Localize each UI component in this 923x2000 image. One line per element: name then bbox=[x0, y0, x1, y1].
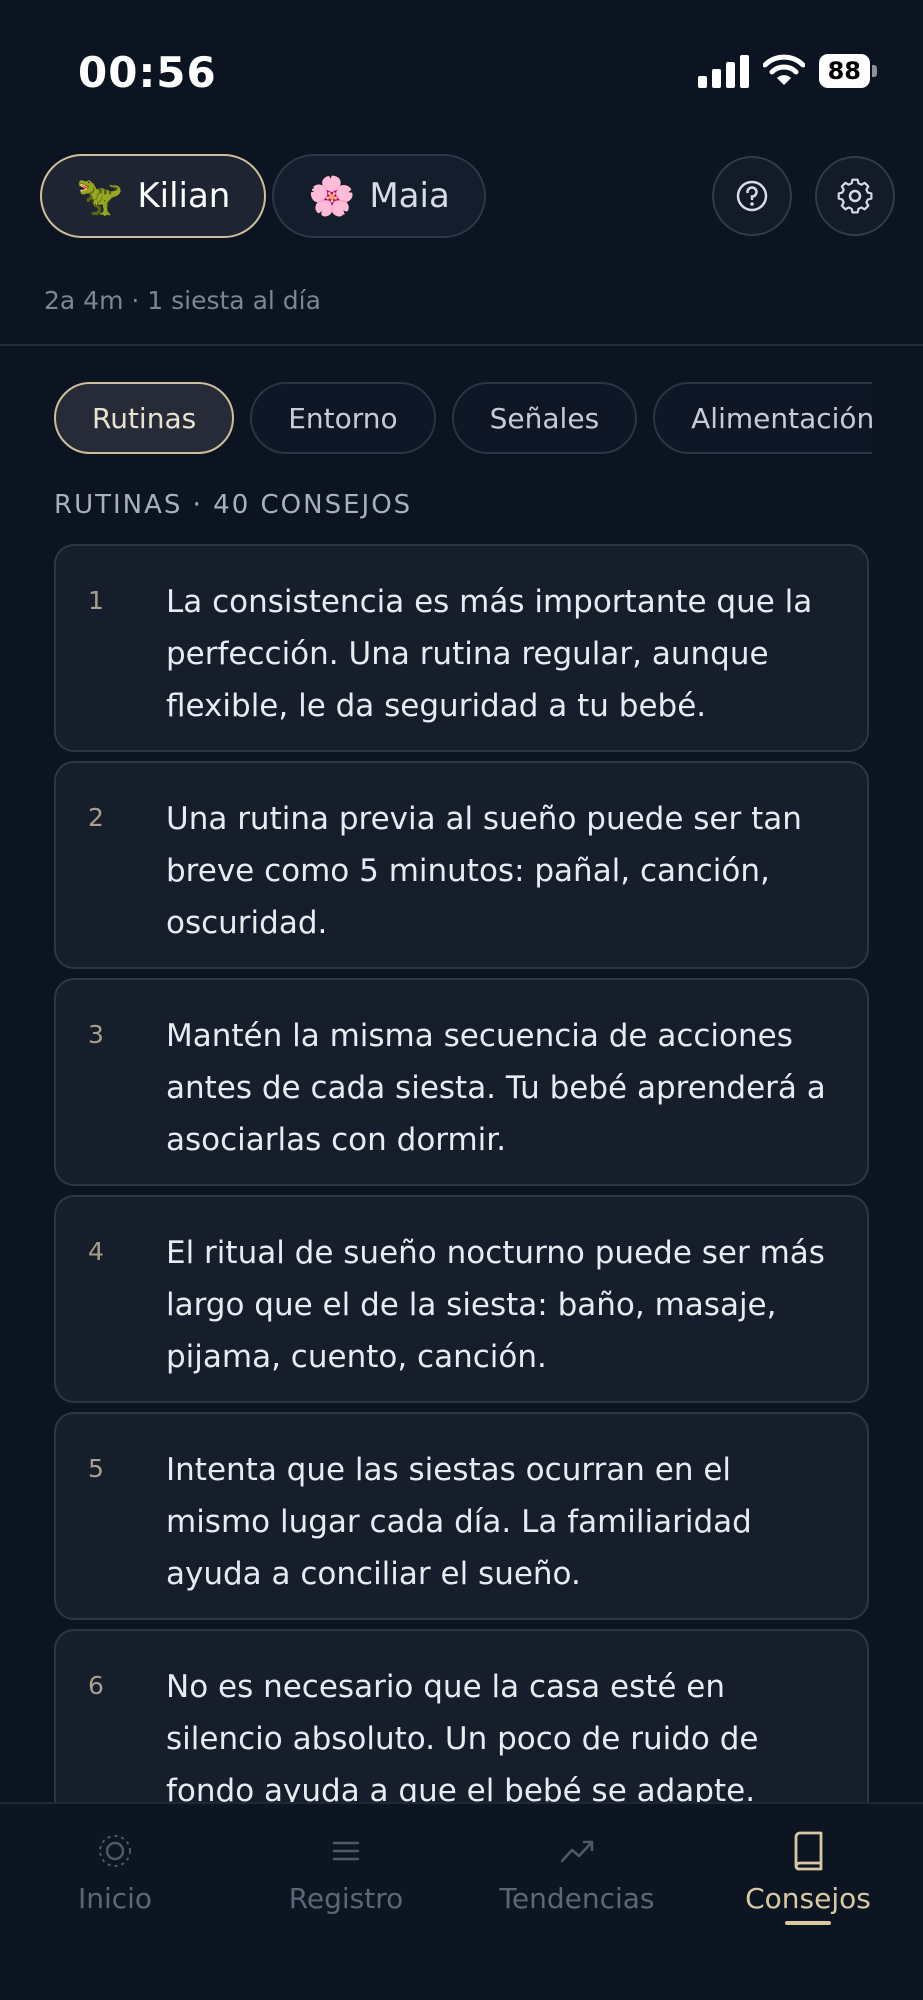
tip-number: 2 bbox=[88, 803, 104, 832]
gear-icon bbox=[837, 178, 873, 214]
nav-label: Registro bbox=[288, 1882, 404, 1915]
flower-icon: 🌸 bbox=[308, 173, 356, 218]
tip-card: 6 No es necesario que la casa esté en si… bbox=[54, 1629, 869, 1802]
list-icon bbox=[332, 1841, 360, 1861]
book-icon bbox=[794, 1831, 823, 1871]
bottom-nav: Inicio Registro Tendencias Consejos bbox=[0, 1802, 923, 2000]
nav-consejos[interactable]: Consejos bbox=[693, 1828, 923, 1925]
child-age-subtitle: 2a 4m · 1 siesta al día bbox=[44, 286, 321, 315]
child-name: Kilian bbox=[137, 176, 231, 216]
tip-text: Mantén la misma secuencia de acciones an… bbox=[166, 1018, 826, 1158]
header: 🦖 Kilian 🌸 Maia bbox=[0, 150, 923, 246]
cellular-signal-icon bbox=[697, 54, 749, 88]
section-label: RUTINAS · 40 CONSEJOS bbox=[54, 490, 413, 520]
tip-card: 1 La consistencia es más importante que … bbox=[54, 544, 869, 752]
tab-senales[interactable]: Señales bbox=[451, 382, 638, 454]
tip-card: 5 Intenta que las siestas ocurran en el … bbox=[54, 1412, 869, 1620]
nav-registro[interactable]: Registro bbox=[231, 1828, 461, 1915]
tip-number: 1 bbox=[88, 586, 104, 615]
category-tabs[interactable]: Rutinas Entorno Señales Alimentación bbox=[54, 382, 872, 456]
tab-alimentacion[interactable]: Alimentación bbox=[653, 382, 872, 454]
child-chip-kilian[interactable]: 🦖 Kilian bbox=[40, 154, 267, 238]
trend-up-icon bbox=[560, 1840, 594, 1863]
tip-card: 3 Mantén la misma secuencia de acciones … bbox=[54, 978, 869, 1186]
tab-entorno[interactable]: Entorno bbox=[250, 382, 436, 454]
child-name: Maia bbox=[369, 176, 450, 216]
status-time: 00:56 bbox=[78, 48, 217, 97]
tab-rutinas[interactable]: Rutinas bbox=[54, 382, 235, 454]
active-indicator bbox=[785, 1921, 831, 1925]
tip-card: 4 El ritual de sueño nocturno puede ser … bbox=[54, 1195, 869, 1403]
tip-number: 6 bbox=[88, 1671, 104, 1700]
nav-tendencias[interactable]: Tendencias bbox=[462, 1828, 692, 1915]
dinosaur-icon: 🦖 bbox=[76, 173, 124, 218]
settings-button[interactable] bbox=[815, 156, 895, 236]
tip-card: 2 Una rutina previa al sueño puede ser t… bbox=[54, 761, 869, 969]
sun-icon bbox=[99, 1835, 131, 1867]
tip-text: Una rutina previa al sueño puede ser tan… bbox=[166, 801, 802, 941]
tip-number: 4 bbox=[88, 1237, 104, 1266]
wifi-icon bbox=[762, 54, 805, 85]
tip-text: El ritual de sueño nocturno puede ser má… bbox=[166, 1235, 825, 1375]
nav-inicio[interactable]: Inicio bbox=[0, 1828, 230, 1915]
tips-list[interactable]: 1 La consistencia es más importante que … bbox=[54, 544, 869, 1802]
tip-text: No es necesario que la casa esté en sile… bbox=[166, 1669, 759, 1802]
status-bar: 00:56 88 bbox=[0, 0, 923, 140]
battery-icon: 88 bbox=[818, 54, 877, 88]
status-icons: 88 bbox=[697, 54, 877, 88]
child-chip-maia[interactable]: 🌸 Maia bbox=[272, 154, 486, 238]
help-button[interactable] bbox=[712, 156, 792, 236]
tip-number: 5 bbox=[88, 1454, 104, 1483]
nav-label: Consejos bbox=[745, 1882, 871, 1915]
nav-label: Inicio bbox=[77, 1882, 153, 1915]
nav-label: Tendencias bbox=[499, 1882, 655, 1915]
header-divider bbox=[0, 344, 923, 346]
tip-number: 3 bbox=[88, 1020, 104, 1049]
question-circle-icon bbox=[736, 180, 768, 212]
tip-text: La consistencia es más importante que la… bbox=[166, 584, 813, 724]
battery-level: 88 bbox=[818, 54, 870, 88]
tip-text: Intenta que las siestas ocurran en el mi… bbox=[166, 1452, 752, 1592]
